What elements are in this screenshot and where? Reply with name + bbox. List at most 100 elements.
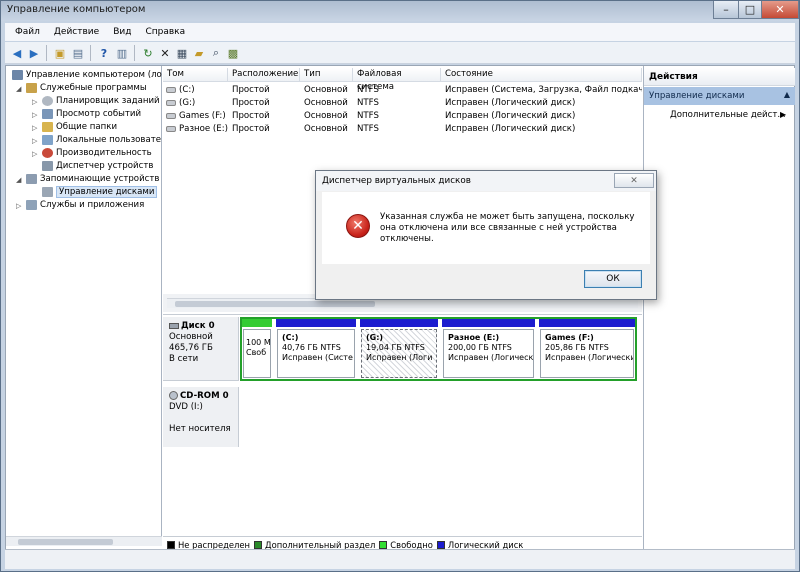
menu-help[interactable]: Справка (145, 27, 185, 37)
delete-icon[interactable]: ✕ (158, 46, 172, 60)
maximize-button[interactable]: □ (738, 1, 762, 19)
table-row[interactable]: Games (F:) Простой Основной NTFS Исправе… (163, 110, 642, 123)
partition-e[interactable]: Разное (E:) 200,00 ГБ NTFS Исправен (Лог… (442, 319, 537, 379)
dialog-message: Указанная служба не может быть запущена,… (380, 212, 635, 244)
expand-icon[interactable]: ▷ (32, 111, 37, 119)
column-type[interactable]: Тип (300, 68, 353, 82)
disk0-info[interactable]: Диск 0 Основной 465,76 ГБ В сети (163, 317, 239, 381)
error-icon: ✕ (346, 214, 370, 238)
back-icon[interactable]: ◀ (10, 46, 24, 60)
device-manager-icon (42, 161, 53, 171)
event-viewer-icon (42, 109, 53, 119)
table-row[interactable]: Разное (E:) Простой Основной NTFS Исправ… (163, 123, 642, 136)
open-icon[interactable]: ▰ (192, 46, 206, 60)
column-volume[interactable]: Том (163, 68, 228, 82)
disk-icon (169, 322, 179, 329)
expand-icon[interactable]: ▷ (32, 150, 37, 158)
tools-icon (26, 83, 37, 93)
error-dialog: Диспетчер виртуальных дисков ✕ ✕ Указанн… (315, 170, 657, 300)
volume-icon (166, 86, 176, 93)
cdrom0-info[interactable]: CD-ROM 0 DVD (I:) Нет носителя (163, 387, 239, 447)
tree-scheduler[interactable]: Планировщик заданий (42, 95, 160, 107)
expand-icon[interactable]: ▷ (16, 202, 21, 210)
refresh-icon[interactable]: ↻ (141, 46, 155, 60)
volume-icon (166, 99, 176, 106)
tree-services[interactable]: Службы и приложения (26, 199, 144, 211)
tree-events[interactable]: Просмотр событий (42, 108, 141, 120)
more-actions-item[interactable]: Дополнительные дейст... ▶ (670, 110, 786, 120)
column-filesystem[interactable]: Файловая система (353, 68, 441, 92)
up-folder-icon[interactable]: ▣ (53, 46, 67, 60)
console-tree: Управление компьютером (ло ◢ Служебные п… (6, 66, 162, 546)
view-icon[interactable]: ▥ (115, 46, 129, 60)
status-bar (5, 549, 795, 569)
title-bar[interactable]: Управление компьютером – □ ✕ (1, 1, 799, 21)
partition-g[interactable]: (G:) 19,04 ГБ NTFS Исправен (Логи (360, 319, 440, 379)
scroll-thumb[interactable] (18, 539, 113, 545)
disk0-partition-bar: 100 М Своб (C:) 40,76 ГБ NTFS Исправен (… (240, 317, 637, 381)
table-row[interactable]: (C:) Простой Основной NTFS Исправен (Сис… (163, 84, 642, 97)
minimize-button[interactable]: – (713, 1, 739, 19)
partition-f[interactable]: Games (F:) 205,86 ГБ NTFS Исправен (Логи… (539, 319, 635, 379)
table-row[interactable]: (G:) Простой Основной NTFS Исправен (Лог… (163, 97, 642, 110)
client-area: Управление компьютером (ло ◢ Служебные п… (5, 65, 795, 565)
expand-icon[interactable]: ▷ (32, 137, 37, 145)
actions-header: Действия (644, 68, 795, 86)
computer-icon (12, 70, 23, 80)
expand-icon[interactable]: ▷ (32, 124, 37, 132)
dialog-close-button[interactable]: ✕ (614, 173, 654, 188)
menu-action[interactable]: Действие (54, 27, 99, 37)
collapse-icon[interactable]: ◢ (16, 176, 21, 184)
tree-users[interactable]: Локальные пользовате (42, 134, 161, 146)
legend-swatch (379, 540, 388, 549)
volume-icon (166, 125, 176, 132)
collapse-arrow-icon[interactable]: ▲ (784, 90, 790, 99)
submenu-arrow-icon: ▶ (780, 110, 787, 119)
menu-bar: Файл Действие Вид Справка (5, 23, 795, 41)
actions-pane: Действия Управление дисками ▲ Дополнител… (643, 66, 795, 552)
storage-icon (26, 174, 37, 184)
clock-icon (42, 96, 53, 106)
tree-horizontal-scrollbar[interactable] (6, 536, 162, 546)
legend-swatch (167, 540, 175, 549)
show-tree-icon[interactable]: ▤ (71, 46, 85, 60)
dialog-title[interactable]: Диспетчер виртуальных дисков (316, 171, 656, 191)
tree-root[interactable]: Управление компьютером (ло (12, 69, 162, 81)
forward-icon[interactable]: ▶ (27, 46, 41, 60)
volume-pane: Том Расположение Тип Файловая система Со… (163, 66, 642, 536)
actions-section-disk-management[interactable]: Управление дисками ▲ (644, 87, 795, 105)
column-status[interactable]: Состояние (441, 68, 642, 82)
collapse-icon[interactable]: ◢ (16, 85, 21, 93)
partition-color-band (242, 319, 272, 327)
tree-devices[interactable]: Диспетчер устройств (42, 160, 153, 172)
disk-management-icon (42, 187, 53, 197)
cdrom-icon (169, 391, 178, 400)
menu-file[interactable]: Файл (15, 27, 40, 37)
legend-swatch (254, 540, 263, 549)
scroll-thumb[interactable] (175, 301, 375, 307)
dialog-body: ✕ Указанная служба не может быть запущен… (322, 192, 650, 264)
volume-icon (166, 112, 176, 119)
partition-c[interactable]: (C:) 40,76 ГБ NTFS Исправен (Систе (276, 319, 358, 379)
expand-icon[interactable]: ▷ (32, 98, 37, 106)
tree-storage[interactable]: Запоминающие устройств (26, 173, 159, 185)
computer-management-window: Управление компьютером – □ ✕ Файл Действ… (0, 0, 800, 572)
tree-performance[interactable]: Производительность (42, 147, 152, 159)
partition-free[interactable]: 100 М Своб (242, 319, 274, 379)
help-icon[interactable]: ? (97, 46, 111, 60)
window-title: Управление компьютером (7, 4, 146, 15)
properties-icon[interactable]: ▦ (175, 46, 189, 60)
menu-view[interactable]: Вид (113, 27, 131, 37)
close-button[interactable]: ✕ (761, 1, 799, 19)
tree-shared[interactable]: Общие папки (42, 121, 117, 133)
column-layout[interactable]: Расположение (228, 68, 300, 82)
toolbar: ◀ ▶ ▣ ▤ ? ▥ ↻ ✕ ▦ ▰ ⌕ ▩ (5, 42, 795, 64)
tree-utilities[interactable]: Служебные программы (26, 82, 147, 94)
tree-disk-management[interactable]: Управление дисками (42, 186, 158, 198)
disk-graphical-view: Диск 0 Основной 465,76 ГБ В сети 100 М С… (163, 314, 642, 536)
ok-button[interactable]: ОК (584, 270, 642, 288)
export-icon[interactable]: ▩ (226, 46, 240, 60)
legend-swatch (436, 540, 445, 549)
users-icon (42, 135, 53, 145)
search-icon[interactable]: ⌕ (209, 46, 223, 60)
